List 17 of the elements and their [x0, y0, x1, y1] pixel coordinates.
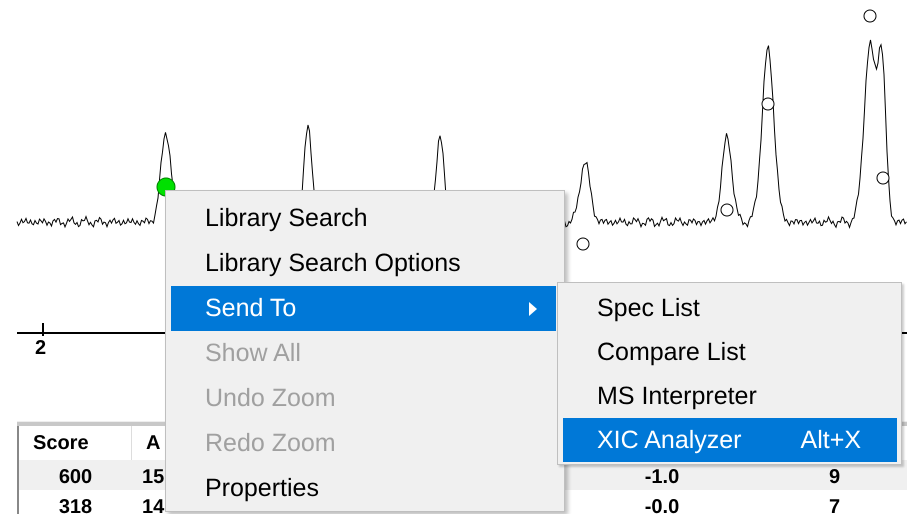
shortcut-label: Alt+X	[800, 426, 861, 454]
menu-item-label: Library Search Options	[205, 249, 461, 278]
menu-item-label: Show All	[205, 339, 301, 368]
table-cell-text: 318	[58, 494, 92, 514]
table-cell-text: -1.0	[644, 464, 680, 488]
menu-item-label: Send To	[205, 294, 296, 323]
table-cell-text: 7	[828, 494, 840, 514]
table-cell-text: -0.0	[644, 494, 680, 514]
table-cell-text: 600	[58, 464, 92, 488]
table-cell-text: 9	[828, 464, 840, 488]
menu-item-label: Undo Zoom	[205, 384, 336, 413]
table-cell-text: 15	[141, 464, 164, 488]
table-cell-text: 14	[141, 494, 164, 514]
menu-item-label: Library Search	[205, 204, 368, 233]
menu-item-label: Properties	[205, 474, 319, 503]
menu-item-label: Redo Zoom	[205, 429, 336, 458]
axis-tick-label: 2	[35, 337, 46, 359]
